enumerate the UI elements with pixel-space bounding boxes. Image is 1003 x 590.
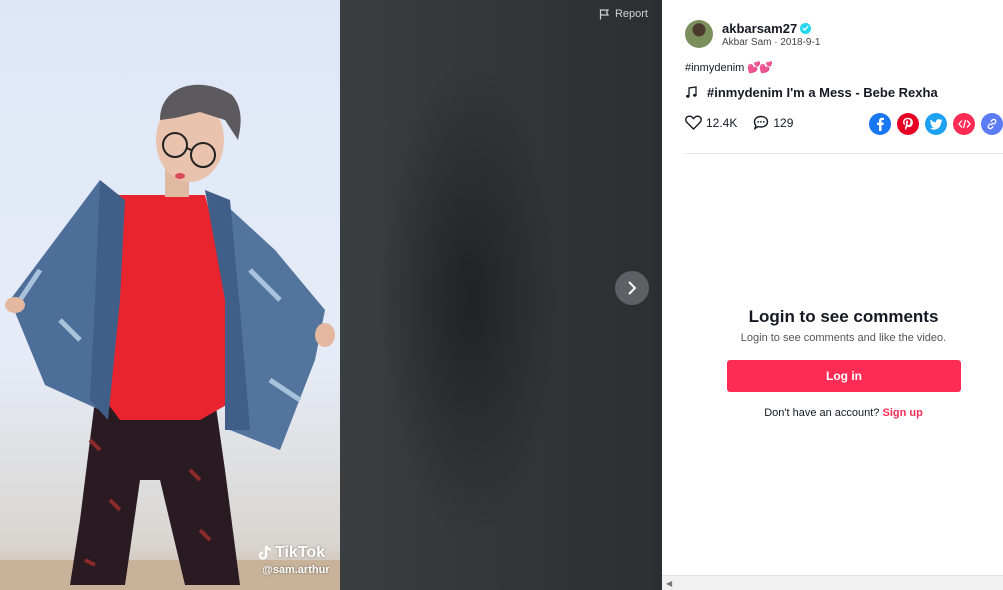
twitter-share-button[interactable] bbox=[925, 113, 947, 135]
author-meta: Akbar Sam · 2018-9-1 bbox=[722, 37, 820, 48]
author-username[interactable]: akbarsam27 bbox=[722, 21, 797, 36]
blurred-background bbox=[380, 60, 560, 540]
author-display-name: Akbar Sam bbox=[722, 36, 772, 48]
comment-icon bbox=[754, 115, 769, 130]
divider bbox=[685, 153, 1003, 154]
music-note-icon bbox=[686, 86, 697, 98]
report-button[interactable]: Report bbox=[599, 8, 648, 20]
heart-icon bbox=[685, 115, 702, 130]
verified-badge-icon bbox=[800, 22, 812, 34]
details-panel: akbarsam27 Akbar Sam · 2018-9-1 #inmyden… bbox=[662, 0, 1003, 590]
watermark-brand: TikTok bbox=[275, 544, 326, 561]
music-info[interactable]: #inmydenim I'm a Mess - Bebe Rexha bbox=[685, 85, 938, 100]
horizontal-scrollbar[interactable]: ◀ bbox=[662, 575, 1003, 590]
video-player[interactable]: TikTok @sam.arthur bbox=[0, 0, 340, 590]
login-title: Login to see comments bbox=[748, 307, 939, 326]
facebook-share-button[interactable] bbox=[869, 113, 891, 135]
chevron-right-icon bbox=[628, 281, 637, 295]
embed-share-button[interactable] bbox=[953, 113, 975, 135]
pinterest-share-button[interactable] bbox=[897, 113, 919, 135]
report-label: Report bbox=[614, 8, 648, 20]
engagement-stats: 12.4K 129 bbox=[685, 115, 793, 130]
like-count: 12.4K bbox=[706, 115, 738, 130]
tiktok-note-icon bbox=[258, 545, 272, 560]
twitter-icon bbox=[929, 118, 942, 130]
login-button[interactable]: Log in bbox=[727, 360, 961, 392]
watermark-username: @sam.arthur bbox=[262, 564, 330, 576]
music-title[interactable]: #inmydenim I'm a Mess - Bebe Rexha bbox=[707, 85, 938, 100]
no-account-text: Don't have an account? bbox=[764, 407, 883, 419]
author-info[interactable]: akbarsam27 Akbar Sam · 2018-9-1 bbox=[685, 20, 820, 48]
comment-count: 129 bbox=[773, 115, 794, 130]
avatar[interactable] bbox=[685, 20, 713, 48]
copy-link-button[interactable] bbox=[981, 113, 1003, 135]
next-video-button[interactable] bbox=[615, 271, 649, 305]
signup-prompt: Don't have an account? Sign up bbox=[662, 407, 1003, 419]
login-subtitle: Login to see comments and like the video… bbox=[740, 332, 947, 344]
embed-icon bbox=[957, 119, 971, 129]
scroll-left-icon[interactable]: ◀ bbox=[666, 579, 672, 588]
pinterest-icon bbox=[903, 117, 913, 131]
flag-icon bbox=[599, 8, 610, 19]
caption-hashtag[interactable]: #inmydenim bbox=[685, 62, 744, 74]
signup-link[interactable]: Sign up bbox=[882, 407, 922, 419]
like-button[interactable]: 12.4K bbox=[685, 115, 737, 130]
post-date: 2018-9-1 bbox=[780, 36, 821, 48]
facebook-icon bbox=[877, 117, 884, 131]
video-frame-image bbox=[0, 84, 340, 590]
link-icon bbox=[987, 118, 997, 130]
share-buttons bbox=[869, 113, 1003, 135]
post-caption: #inmydenim 💕💕 bbox=[685, 61, 773, 74]
comment-button[interactable]: 129 bbox=[753, 115, 793, 130]
tiktok-watermark: TikTok @sam.arthur bbox=[258, 544, 330, 576]
video-area: TikTok @sam.arthur Report bbox=[0, 0, 662, 590]
caption-hearts: 💕💕 bbox=[747, 62, 772, 74]
